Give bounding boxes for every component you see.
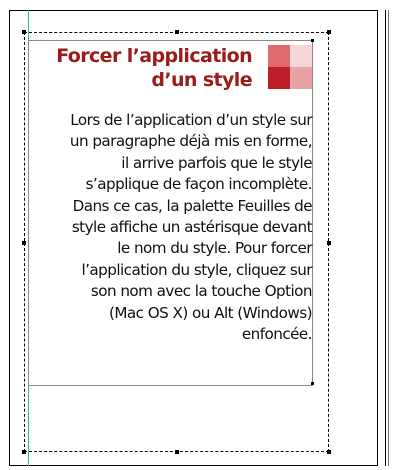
- resize-handle-top-left[interactable]: [22, 30, 26, 34]
- swatch-cell: [268, 45, 290, 67]
- resize-handle-bottom[interactable]: [175, 450, 179, 454]
- text-frame-corner-marker: [311, 382, 314, 385]
- resize-handle-left[interactable]: [22, 241, 26, 245]
- pasteboard-divider: [385, 10, 386, 466]
- page-canvas: Forcer l’application d’un style Lors de …: [0, 0, 401, 470]
- sidebar-body-text: Lors de l’application d’un style sur un …: [69, 111, 313, 344]
- resize-handle-top[interactable]: [175, 30, 179, 34]
- resize-handle-bottom-left[interactable]: [22, 450, 26, 454]
- pasteboard-divider-secondary: [388, 10, 389, 466]
- resize-handle-top-right[interactable]: [327, 30, 331, 34]
- swatch-cell: [290, 45, 312, 67]
- sidebar-title: Forcer l’application d’un style: [56, 45, 252, 91]
- swatch-cell: [290, 67, 312, 89]
- resize-handle-bottom-right[interactable]: [327, 450, 331, 454]
- color-swatch-icon: [268, 45, 312, 89]
- resize-handle-right[interactable]: [327, 241, 331, 245]
- swatch-cell: [268, 67, 290, 89]
- text-frame-corner-marker: [311, 39, 314, 42]
